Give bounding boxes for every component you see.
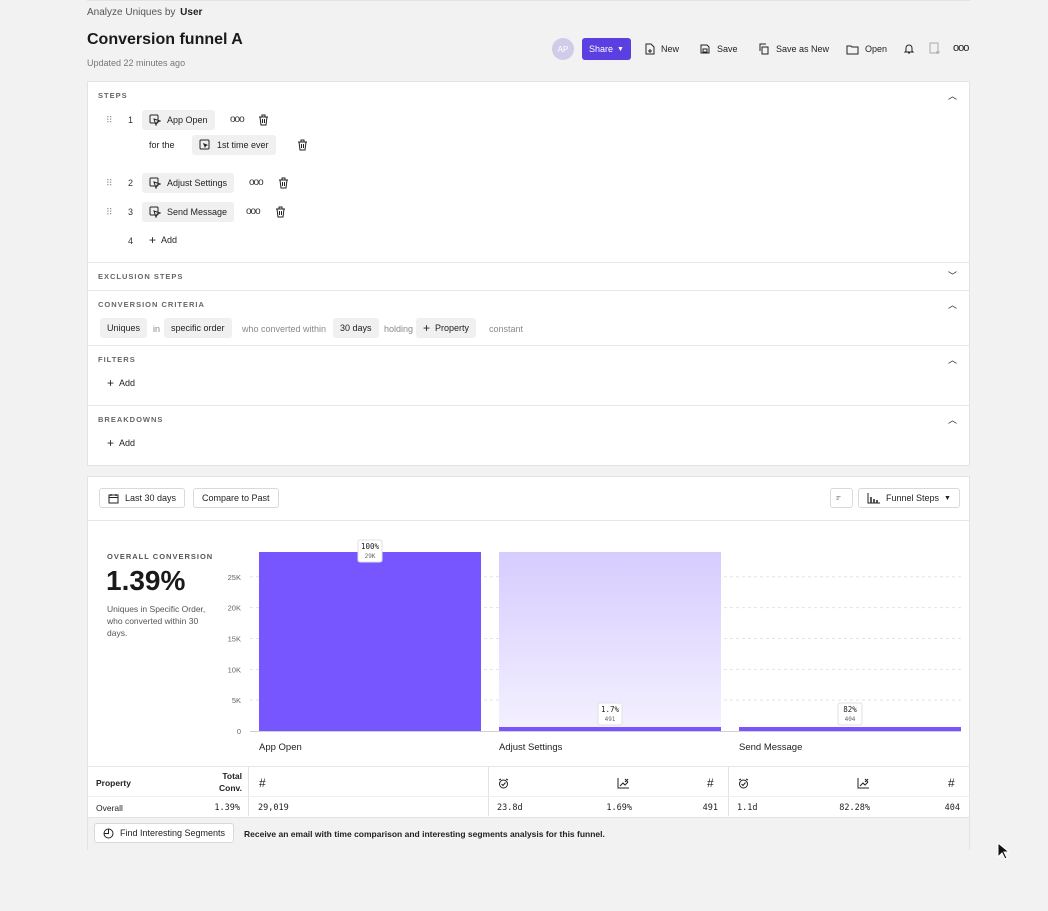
step2-count: 491 [702, 803, 718, 813]
find-interesting-segments-button[interactable]: Find Interesting Segments [94, 823, 235, 843]
conversion-rate-icon [857, 776, 869, 794]
step3-count: 404 [944, 803, 960, 813]
step1-count: 29,019 [258, 803, 289, 813]
category-label: Adjust Settings [499, 742, 563, 753]
time-to-convert-icon [498, 776, 509, 794]
row-label: Overall [96, 803, 123, 813]
column-divider [728, 767, 729, 816]
y-tick-label: 25K [228, 573, 241, 582]
conversion-bar [259, 552, 481, 731]
data-label-pct: 1.7% [601, 705, 620, 714]
time-to-convert-icon [738, 776, 749, 794]
y-tick-label: 0 [237, 727, 241, 736]
mouse-cursor-icon [997, 841, 1011, 865]
section-divider [87, 766, 970, 767]
funnel-chart: 0 5K 10K 15K 20K 25K App Open 100% 29K Adjust Set… [228, 539, 961, 753]
segments-icon [103, 828, 114, 838]
count-hash-icon: # [707, 776, 714, 790]
property-column-header[interactable]: Property [96, 778, 131, 788]
find-segments-label: Find Interesting Segments [120, 828, 226, 838]
total-conversion-header[interactable]: Total Conv. [206, 770, 242, 794]
row-divider [88, 796, 969, 797]
y-tick-label: 5K [232, 696, 241, 705]
data-label-count: 29K [365, 553, 376, 560]
data-label-count: 404 [845, 716, 856, 723]
conversion-bar [739, 727, 961, 731]
count-hash-icon: # [259, 776, 266, 790]
step3-rate: 82.28% [839, 803, 870, 813]
total-conversion-value: 1.39% [214, 803, 240, 813]
data-label-pct: 100% [361, 542, 380, 551]
category-label: App Open [259, 742, 302, 753]
column-divider [248, 767, 249, 816]
step2-rate: 1.69% [606, 803, 632, 813]
category-label: Send Message [739, 742, 802, 753]
conversion-rate-icon [617, 776, 629, 794]
data-label-count: 491 [605, 716, 616, 723]
column-divider [488, 767, 489, 816]
footer-message: Receive an email with time comparison an… [244, 829, 605, 839]
data-label-pct: 82% [843, 705, 857, 714]
step2-time: 23.8d [497, 803, 523, 813]
y-tick-label: 10K [228, 665, 241, 674]
conversion-bar [499, 727, 721, 731]
count-hash-icon: # [948, 776, 955, 790]
step3-time: 1.1d [737, 803, 758, 813]
y-tick-label: 20K [228, 604, 241, 613]
y-tick-label: 15K [228, 634, 241, 643]
